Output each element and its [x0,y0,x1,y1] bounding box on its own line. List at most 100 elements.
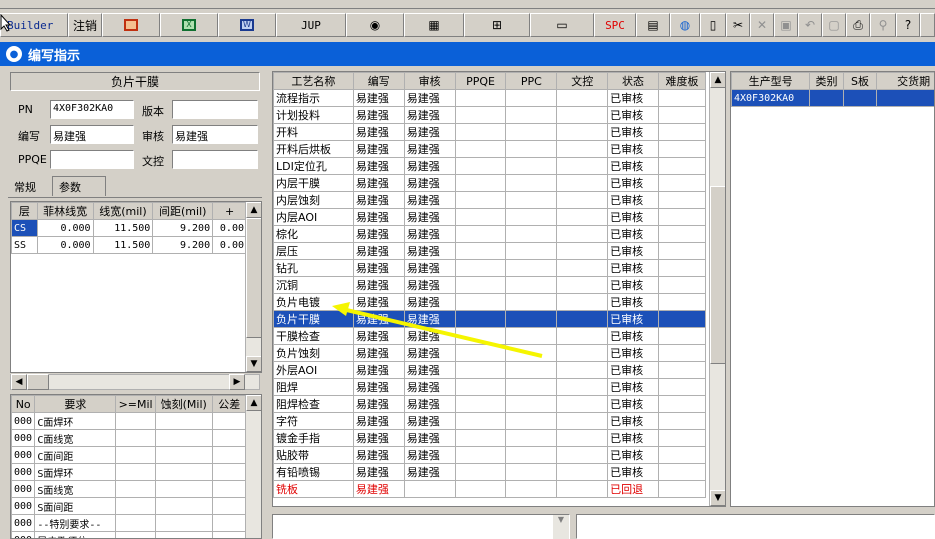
process-cell[interactable] [454,395,507,413]
requirements-cell[interactable] [115,480,156,498]
process-cell[interactable] [658,480,706,498]
process-cell[interactable]: 易建强 [352,463,405,481]
process-cell[interactable]: 内层蚀刻 [273,191,354,209]
process-cell[interactable] [658,412,706,430]
process-cell[interactable] [454,123,507,141]
author-field[interactable]: 易建强 [50,125,134,144]
process-cell[interactable] [556,106,609,124]
process-cell[interactable] [454,140,507,158]
process-cell[interactable] [454,276,507,294]
excel-button[interactable]: X [160,13,218,37]
model-cell[interactable] [809,89,844,107]
process-row[interactable]: 沉铜 易建强 易建强 已审核 [273,276,706,294]
process-cell[interactable] [658,259,706,277]
requirements-row[interactable]: 000 S面间距 [11,497,248,515]
process-cell[interactable] [505,225,558,243]
process-cell[interactable]: 已审核 [607,140,659,158]
process-cell[interactable]: 已审核 [607,361,659,379]
process-cell[interactable] [658,463,706,481]
requirements-cell[interactable]: 000 [11,497,36,515]
process-cell[interactable]: 已审核 [607,191,659,209]
process-cell[interactable] [454,412,507,430]
process-cell[interactable] [556,242,609,260]
process-cell[interactable]: 易建强 [403,463,456,481]
doc-control-field[interactable] [172,150,258,169]
requirements-cell[interactable] [211,531,248,538]
process-row[interactable]: 有铅喷锡 易建强 易建强 已审核 [273,463,706,481]
process-cell[interactable]: 流程指示 [273,89,354,107]
process-cell[interactable] [556,446,609,464]
requirements-header[interactable]: 公差 [211,395,248,413]
browser-button[interactable]: ◍ [670,13,700,37]
process-row[interactable]: 内层AOI 易建强 易建强 已审核 [273,208,706,226]
process-cell[interactable] [454,106,507,124]
requirements-header[interactable]: 要求 [34,395,117,413]
process-cell[interactable]: 已审核 [607,429,659,447]
process-cell[interactable]: 易建强 [403,225,456,243]
process-cell[interactable] [556,344,609,362]
process-cell[interactable]: 已审核 [607,242,659,260]
process-cell[interactable] [556,480,609,498]
requirements-cell[interactable] [211,429,248,447]
requirements-cell[interactable] [154,497,213,515]
process-cell[interactable]: 已审核 [607,225,659,243]
scroll-up-icon[interactable]: ▲ [710,72,725,88]
process-row[interactable]: 铣板 易建强 已回退 [273,480,706,498]
process-cell[interactable]: 易建强 [352,480,405,498]
ppqe-field[interactable] [50,150,134,169]
requirements-row[interactable]: 000 C面焊环 [11,412,248,430]
process-row[interactable]: 钻孔 易建强 易建强 已审核 [273,259,706,277]
process-cell[interactable]: 计划投料 [273,106,354,124]
process-cell[interactable] [658,174,706,192]
process-cell[interactable]: 层压 [273,242,354,260]
process-cell[interactable]: 易建强 [352,140,405,158]
process-cell[interactable]: 易建强 [403,89,456,107]
process-cell[interactable]: 已审核 [607,106,659,124]
params-cell[interactable]: 0.00 [212,219,247,237]
requirements-cell[interactable] [211,463,248,481]
notes-scroll-icon[interactable]: ▼ [553,515,569,539]
process-cell[interactable] [505,174,558,192]
process-row[interactable]: 开料后烘板 易建强 易建强 已审核 [273,140,706,158]
requirements-cell[interactable] [115,463,156,481]
process-cell[interactable]: 已审核 [607,327,659,345]
requirements-cell[interactable]: 000 [11,429,36,447]
scroll-up-icon[interactable]: ▲ [246,395,261,411]
params-cell[interactable]: 9.200 [152,219,214,237]
requirements-cell[interactable] [154,463,213,481]
cabinet-button[interactable]: ▦ [404,13,464,37]
requirements-cell[interactable]: 000 [11,514,36,532]
process-cell[interactable]: 铣板 [273,480,354,498]
process-cell[interactable]: 已审核 [607,378,659,396]
params-header[interactable]: + [212,202,247,220]
scroll-up-icon[interactable]: ▲ [246,202,261,218]
model-cell[interactable]: 4X0F302KA0 [731,89,811,107]
process-cell[interactable]: 易建强 [403,412,456,430]
requirements-cell[interactable] [115,531,156,538]
requirements-row[interactable]: 000 C面线宽 [11,429,248,447]
model-header[interactable]: S板 [842,72,878,90]
process-header[interactable]: 状态 [607,72,659,90]
process-cell[interactable] [505,208,558,226]
process-cell[interactable] [556,293,609,311]
requirements-cell[interactable]: C面间距 [34,446,117,464]
process-cell[interactable] [505,378,558,396]
params-row[interactable]: CS 0.000 11.500 9.200 0.00 [11,219,247,237]
process-cell[interactable] [556,395,609,413]
process-cell[interactable] [556,191,609,209]
process-row[interactable]: LDI定位孔 易建强 易建强 已审核 [273,157,706,175]
process-cell[interactable]: 易建强 [352,191,405,209]
process-cell[interactable] [505,429,558,447]
process-cell[interactable] [505,106,558,124]
process-cell[interactable] [505,191,558,209]
process-cell[interactable]: 易建强 [403,140,456,158]
process-row[interactable]: 字符 易建强 易建强 已审核 [273,412,706,430]
review-field[interactable]: 易建强 [172,125,258,144]
requirements-cell[interactable] [154,446,213,464]
process-cell[interactable] [658,429,706,447]
params-cell[interactable]: 11.500 [92,219,154,237]
process-cell[interactable] [556,463,609,481]
requirements-cell[interactable]: 000 [11,531,36,538]
process-cell[interactable]: LDI定位孔 [273,157,354,175]
word-button[interactable]: W [218,13,276,37]
